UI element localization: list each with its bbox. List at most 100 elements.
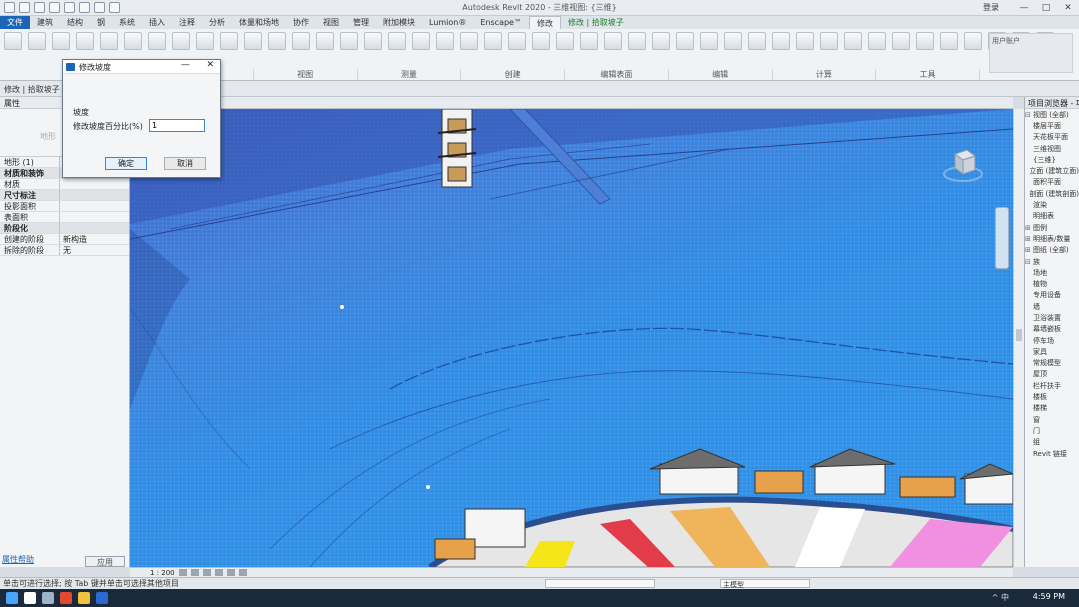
system-tray[interactable]: ^ 中 <box>992 592 1009 603</box>
ribbon-tab[interactable]: 附加模块 <box>376 16 422 29</box>
browser-tree-item[interactable]: Revit 链接 <box>1025 448 1079 459</box>
property-section[interactable]: 阶段化 <box>0 223 129 234</box>
ribbon-tool-icon[interactable] <box>580 32 598 50</box>
close-button[interactable]: ✕ <box>1057 0 1079 16</box>
ribbon-tab[interactable]: 协作 <box>286 16 316 29</box>
ribbon-tab[interactable]: 体量和场地 <box>232 16 286 29</box>
ribbon-tool-icon[interactable] <box>724 32 742 50</box>
browser-tree-item[interactable]: 组 <box>1025 437 1079 448</box>
tree-toggle-icon[interactable]: ⊟ <box>1025 111 1033 119</box>
redo-icon[interactable] <box>64 2 75 13</box>
ribbon-tool-icon[interactable] <box>220 32 238 50</box>
ribbon-tab[interactable]: 建筑 <box>30 16 60 29</box>
ribbon-tool-icon[interactable] <box>484 32 502 50</box>
ribbon-tool-icon[interactable] <box>652 32 670 50</box>
property-row[interactable]: 创建的阶段 新构造 <box>0 234 129 245</box>
ribbon-tool-icon[interactable] <box>700 32 718 50</box>
ribbon-tool-icon[interactable] <box>964 32 982 50</box>
browser-tree-item[interactable]: ⊞ 图纸 (全部) <box>1025 245 1079 256</box>
browser-tree-item[interactable]: 楼梯 <box>1025 403 1079 414</box>
tree-toggle-icon[interactable]: ⊞ <box>1025 224 1033 232</box>
shadows-icon[interactable] <box>214 569 223 576</box>
instance-filter[interactable]: 地形 (1) <box>0 157 60 167</box>
ribbon-tool-icon[interactable] <box>4 32 22 50</box>
ribbon-tab[interactable]: 系统 <box>112 16 142 29</box>
ribbon-tool-icon[interactable] <box>772 32 790 50</box>
browser-tree-item[interactable]: 屋顶 <box>1025 369 1079 380</box>
browser-tree-item[interactable]: ⊞ 图例 <box>1025 222 1079 233</box>
ribbon-tool-icon[interactable] <box>28 32 46 50</box>
browser-tree-item[interactable]: 栏杆扶手 <box>1025 380 1079 391</box>
view-scale[interactable]: 1 : 200 <box>150 569 175 577</box>
ribbon-tab[interactable]: 注释 <box>172 16 202 29</box>
property-value[interactable] <box>60 201 129 211</box>
start-icon[interactable] <box>6 592 18 604</box>
3d-viewport[interactable] <box>130 109 1013 567</box>
navigation-bar[interactable] <box>995 207 1009 269</box>
ribbon-tool-icon[interactable] <box>52 32 70 50</box>
ribbon-tool-icon[interactable] <box>508 32 526 50</box>
ribbon-tool-icon[interactable] <box>796 32 814 50</box>
browser-tree-item[interactable]: 楼板 <box>1025 391 1079 402</box>
property-value[interactable]: 无 <box>60 245 129 255</box>
ribbon-tab[interactable]: Enscape™ <box>473 16 529 29</box>
ribbon-tool-icon[interactable] <box>364 32 382 50</box>
ribbon-tool-icon[interactable] <box>460 32 478 50</box>
task-view-icon[interactable] <box>42 592 54 604</box>
ribbon-tool-icon[interactable] <box>556 32 574 50</box>
properties-help-link[interactable]: 属性帮助 <box>2 554 34 565</box>
sign-in-link[interactable]: 登录 <box>983 2 999 13</box>
browser-tree-item[interactable]: 三维视图 <box>1025 143 1079 154</box>
browser-tree-item[interactable]: {三维} <box>1025 154 1079 165</box>
browser-tree-item[interactable]: 楼层平面 <box>1025 120 1079 131</box>
ribbon-tool-icon[interactable] <box>196 32 214 50</box>
browser-tree-item[interactable]: ⊞ 明细表/数量 <box>1025 233 1079 244</box>
cancel-button[interactable]: 取消 <box>164 157 206 170</box>
ribbon-tab[interactable]: 结构 <box>60 16 90 29</box>
browser-tree-item[interactable]: 窗 <box>1025 414 1079 425</box>
search-icon[interactable] <box>24 592 36 604</box>
browser-tree-item[interactable]: 卫浴装置 <box>1025 312 1079 323</box>
apply-button[interactable]: 应用 <box>85 556 125 567</box>
3d-view-icon[interactable] <box>109 2 120 13</box>
browser-tree-item[interactable]: 剖面 (建筑剖面) <box>1025 188 1079 199</box>
undo-icon[interactable] <box>49 2 60 13</box>
ribbon-tab[interactable]: 文件 <box>0 16 30 29</box>
property-row[interactable]: 投影面积 <box>0 201 129 212</box>
clock[interactable]: 4:59 PM <box>1033 592 1065 601</box>
browser-tree-item[interactable]: 面积平面 <box>1025 177 1079 188</box>
design-option-combo[interactable]: 主模型 <box>720 579 810 589</box>
revit-icon[interactable] <box>96 592 108 604</box>
save-icon[interactable] <box>34 2 45 13</box>
measure-icon[interactable] <box>94 2 105 13</box>
property-row[interactable]: 表面积 <box>0 212 129 223</box>
tree-toggle-icon[interactable]: ⊟ <box>1025 258 1033 266</box>
ribbon-tool-icon[interactable] <box>340 32 358 50</box>
property-value[interactable] <box>60 179 129 189</box>
ribbon-tool-icon[interactable] <box>532 32 550 50</box>
property-section[interactable]: 尺寸标注 <box>0 190 129 201</box>
browser-tree-item[interactable]: 明细表 <box>1025 211 1079 222</box>
ribbon-tool-icon[interactable] <box>868 32 886 50</box>
files-icon[interactable] <box>78 592 90 604</box>
ribbon-tab[interactable]: 钢 <box>90 16 112 29</box>
ribbon-tab[interactable]: 视图 <box>316 16 346 29</box>
browser-tree-item[interactable]: 专用设备 <box>1025 290 1079 301</box>
property-row[interactable]: 拆除的阶段无 <box>0 245 129 256</box>
property-row[interactable]: 材质 <box>0 179 129 190</box>
browser-tree-item[interactable]: 幕墙嵌板 <box>1025 324 1079 335</box>
tree-toggle-icon[interactable]: ⊞ <box>1025 235 1033 243</box>
ribbon-tab[interactable]: 修改 <box>528 16 561 29</box>
dialog-minimize-button[interactable]: — <box>181 60 190 70</box>
hide-isolate-icon[interactable] <box>238 569 247 576</box>
ribbon-tool-icon[interactable] <box>604 32 622 50</box>
browser-icon[interactable] <box>60 592 72 604</box>
ribbon-tool-icon[interactable] <box>748 32 766 50</box>
ribbon-tab[interactable]: 分析 <box>202 16 232 29</box>
ribbon-tab[interactable]: 管理 <box>346 16 376 29</box>
ribbon-tool-icon[interactable] <box>940 32 958 50</box>
tree-toggle-icon[interactable]: ⊞ <box>1025 246 1033 254</box>
ribbon-tool-icon[interactable] <box>628 32 646 50</box>
ribbon-tool-icon[interactable] <box>100 32 118 50</box>
ribbon-tool-icon[interactable] <box>820 32 838 50</box>
